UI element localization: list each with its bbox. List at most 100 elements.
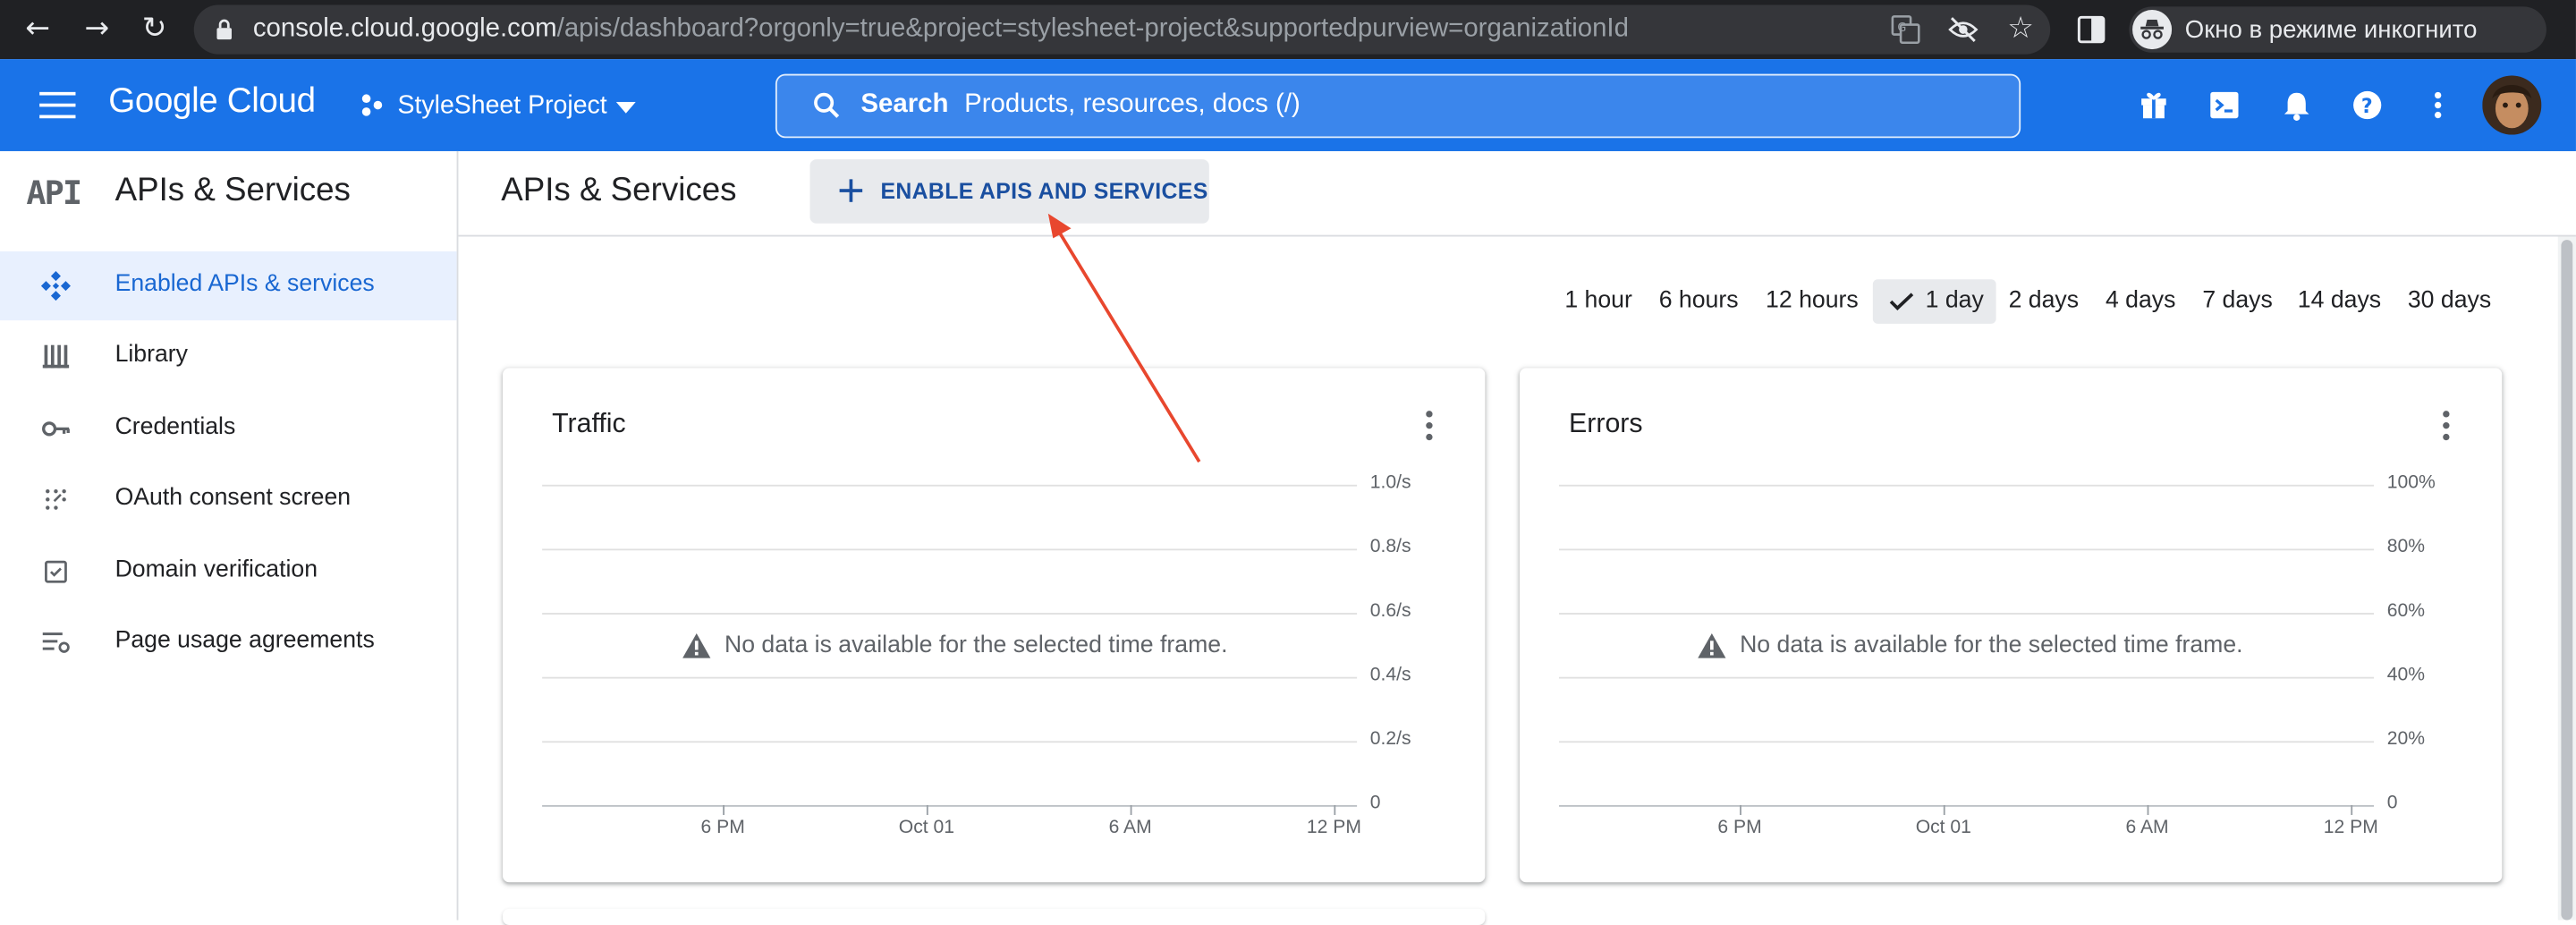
checkbox-icon: [45, 560, 67, 583]
grid-line: [542, 548, 1358, 551]
time-range-1-day[interactable]: 1 day: [1872, 279, 1996, 324]
time-range-30-days[interactable]: 30 days: [2399, 279, 2501, 324]
browser-toolbar: ← → ↻ console.cloud.google.com/apis/dash…: [0, 0, 2576, 60]
x-tick-label: 6 PM: [1717, 818, 1762, 838]
url-text: console.cloud.google.com/apis/dashboard?…: [252, 14, 1629, 43]
cloud-shell-icon[interactable]: [2209, 90, 2239, 120]
incognito-label: Окно в режиме инкогнито: [2184, 16, 2478, 45]
card-menu-icon[interactable]: [2436, 411, 2456, 444]
svg-text:?: ?: [2361, 96, 2373, 118]
time-range-6-hours[interactable]: 6 hours: [1649, 279, 1748, 324]
grid-line: [542, 613, 1358, 615]
side-panel-icon[interactable]: [2077, 15, 2106, 45]
annotation-arrow-icon: [1047, 213, 1201, 463]
sidebar-item-label: Domain verification: [114, 556, 318, 584]
more-vert-icon[interactable]: [2433, 90, 2443, 120]
time-range-14-days[interactable]: 14 days: [2290, 279, 2388, 324]
no-data-message: No data is available for the selected ti…: [724, 632, 1228, 659]
grid-line: [542, 484, 1358, 487]
card-menu-icon[interactable]: [1419, 411, 1439, 444]
svg-text:G: G: [1897, 21, 1906, 35]
grid-line: [542, 676, 1358, 679]
gift-icon[interactable]: [2139, 90, 2168, 120]
x-tick-label: 6 PM: [700, 818, 745, 838]
warning-icon: [682, 633, 711, 658]
sidebar-item-label: Credentials: [114, 413, 236, 441]
tracking-blocked-icon[interactable]: [1946, 15, 1979, 45]
time-range-2-days[interactable]: 2 days: [1999, 279, 2088, 324]
card-title: Traffic: [552, 409, 626, 439]
no-data-message: No data is available for the selected ti…: [1740, 632, 2243, 659]
hamburger-menu-icon[interactable]: [39, 90, 76, 120]
sidebar-item-label: Library: [114, 342, 188, 369]
project-hub-icon: [361, 94, 383, 116]
x-tick-mark: [1334, 804, 1336, 816]
y-tick-label: 20%: [2386, 729, 2426, 750]
divider: [458, 234, 2576, 237]
grid-line: [1559, 613, 2375, 615]
x-tick-mark: [1130, 804, 1132, 816]
y-tick-label: 0.8/s: [1369, 537, 1411, 557]
y-tick-label: 0.4/s: [1369, 665, 1411, 685]
x-tick-mark: [926, 804, 928, 816]
project-selector[interactable]: StyleSheet Project: [358, 86, 654, 129]
back-icon[interactable]: ←: [18, 10, 57, 49]
check-icon: [1889, 293, 1914, 310]
diamond-icon: [40, 271, 71, 301]
x-tick-label: 12 PM: [2323, 818, 2378, 838]
console-header: Google Cloud StyleSheet Project Search P…: [0, 59, 2576, 151]
x-tick-label: Oct 01: [898, 818, 955, 838]
sidebar-item-label: Page usage agreements: [114, 627, 375, 655]
avatar[interactable]: [2482, 75, 2542, 135]
notifications-bell-icon[interactable]: [2282, 90, 2311, 122]
sidebar-item-enabled-apis[interactable]: Enabled APIs & services: [0, 251, 457, 321]
address-bar[interactable]: console.cloud.google.com/apis/dashboard?…: [193, 4, 2051, 55]
grid-line: [1559, 484, 2375, 487]
sidebar-item-library[interactable]: Library: [0, 322, 457, 391]
api-badge: API: [26, 172, 82, 212]
forward-icon[interactable]: →: [77, 10, 116, 49]
x-tick-label: 6 AM: [2125, 818, 2169, 838]
incognito-indicator[interactable]: Окно в режиме инкогнито: [2129, 6, 2546, 53]
errors-chart-card: Errors 100% 80% 60% 40% 20% 0 6 PM Oct 0…: [1519, 368, 2503, 883]
sidebar-item-label: OAuth consent screen: [114, 484, 352, 512]
x-tick-label: 12 PM: [1306, 818, 1361, 838]
key-icon: [42, 421, 70, 437]
sidebar-item-credentials[interactable]: Credentials: [0, 395, 457, 463]
grid-line: [1559, 548, 2375, 551]
search-label: Search: [860, 90, 949, 119]
settings-list-icon: [42, 632, 70, 653]
scrollbar-track[interactable]: [2557, 236, 2576, 921]
sidebar-item-page-usage[interactable]: Page usage agreements: [0, 608, 457, 677]
y-tick-label: 1.0/s: [1369, 472, 1411, 494]
y-tick-label: 0.2/s: [1369, 729, 1411, 750]
google-cloud-logo[interactable]: Google Cloud: [108, 82, 316, 122]
reload-icon[interactable]: ↻: [135, 10, 174, 49]
bookmark-star-icon[interactable]: ☆: [2001, 10, 2040, 49]
time-range-12-hours[interactable]: 12 hours: [1755, 279, 1870, 324]
time-range-4-days[interactable]: 4 days: [2097, 279, 2185, 324]
scrollbar-thumb[interactable]: [2561, 240, 2573, 921]
sidebar-item-oauth[interactable]: OAuth consent screen: [0, 465, 457, 534]
time-range-7-days[interactable]: 7 days: [2193, 279, 2282, 324]
library-icon: [42, 344, 70, 369]
grid-line: [1559, 741, 2375, 743]
sidebar-title: APIs & Services: [114, 172, 351, 209]
sidebar-item-domain-verification[interactable]: Domain verification: [0, 538, 457, 607]
y-tick-label: 0.6/s: [1369, 601, 1411, 622]
time-range-label: 1 day: [1925, 287, 1984, 314]
traffic-chart-card: Traffic 1.0/s 0.8/s 0.6/s 0.4/s 0.2/s 0 …: [503, 368, 1486, 883]
search-bar[interactable]: Search Products, resources, docs (/): [775, 73, 2021, 139]
sidebar: API APIs & Services Enabled APIs & servi…: [0, 150, 459, 921]
next-card-edge: [503, 908, 1486, 925]
incognito-icon: [2132, 10, 2173, 50]
y-tick-label: 100%: [2386, 472, 2436, 494]
translate-icon[interactable]: G: [1891, 15, 1920, 45]
y-tick-label: 40%: [2386, 665, 2426, 685]
x-tick-mark: [1943, 804, 1945, 816]
x-tick-mark: [2351, 804, 2353, 816]
time-range-1-hour[interactable]: 1 hour: [1555, 279, 1643, 324]
help-icon[interactable]: ?: [2352, 90, 2382, 120]
x-tick-mark: [723, 804, 724, 816]
x-axis-line: [542, 804, 1358, 807]
